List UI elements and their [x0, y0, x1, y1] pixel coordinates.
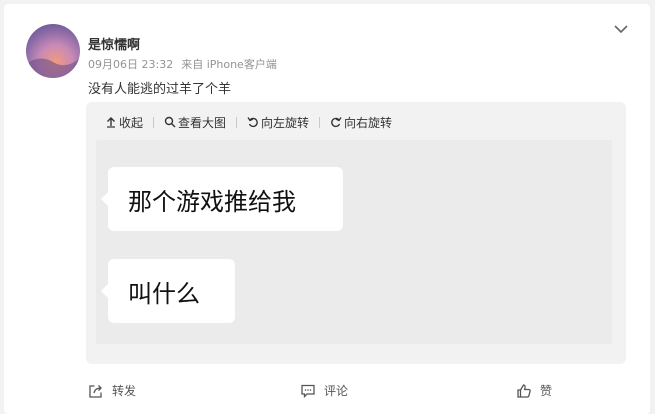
- rotate-left-label: 向左旋转: [261, 115, 310, 130]
- rotate-left-button[interactable]: 向左旋转: [247, 114, 309, 131]
- toolbar-divider: [236, 116, 238, 128]
- like-icon: [517, 383, 531, 398]
- toolbar-divider: [319, 116, 321, 128]
- rotate-right-icon: [331, 117, 342, 128]
- view-large-button[interactable]: 查看大图: [164, 114, 226, 131]
- avatar[interactable]: [26, 24, 80, 78]
- username[interactable]: 是惊懦啊: [88, 34, 140, 53]
- weibo-post-card: 是惊懦啊 09月06日 23:32 来自 iPhone客户端 没有人能逃的过羊了个…: [4, 4, 650, 414]
- comment-icon: [301, 384, 315, 398]
- forward-button[interactable]: 转发: [88, 382, 136, 399]
- rotate-right-button[interactable]: 向右旋转: [330, 114, 392, 131]
- search-icon: [164, 116, 176, 128]
- post-actions: 转发 评论 赞: [4, 382, 650, 402]
- rotate-right-label: 向右旋转: [344, 115, 393, 130]
- post-date[interactable]: 09月06日 23:32: [88, 58, 173, 71]
- collapse-button[interactable]: 收起: [105, 114, 143, 131]
- toolbar-divider: [153, 116, 155, 128]
- chevron-down-icon[interactable]: [612, 20, 630, 38]
- collapse-label: 收起: [119, 115, 144, 130]
- rotate-left-icon: [247, 117, 258, 128]
- post-text: 没有人能逃的过羊了个羊: [88, 82, 232, 97]
- view-large-label: 查看大图: [178, 115, 227, 130]
- comment-label: 评论: [324, 384, 349, 398]
- comment-button[interactable]: 评论: [300, 382, 348, 399]
- media-viewer: 收起 查看大图 向左旋转 向右旋转 那个游戏推给我 叫什么: [86, 102, 626, 364]
- post-source: 来自 iPhone客户端: [181, 58, 277, 71]
- chat-bubble: 叫什么: [101, 259, 235, 323]
- post-image[interactable]: 那个游戏推给我 叫什么: [96, 140, 612, 344]
- media-toolbar: 收起 查看大图 向左旋转 向右旋转: [105, 114, 392, 130]
- like-button[interactable]: 赞: [516, 382, 552, 399]
- chat-bubble: 那个游戏推给我: [101, 167, 343, 231]
- post-meta: 09月06日 23:32 来自 iPhone客户端: [88, 56, 277, 72]
- forward-icon: [89, 384, 102, 398]
- collapse-icon: [107, 117, 115, 128]
- like-label: 赞: [540, 384, 553, 398]
- forward-label: 转发: [112, 384, 137, 398]
